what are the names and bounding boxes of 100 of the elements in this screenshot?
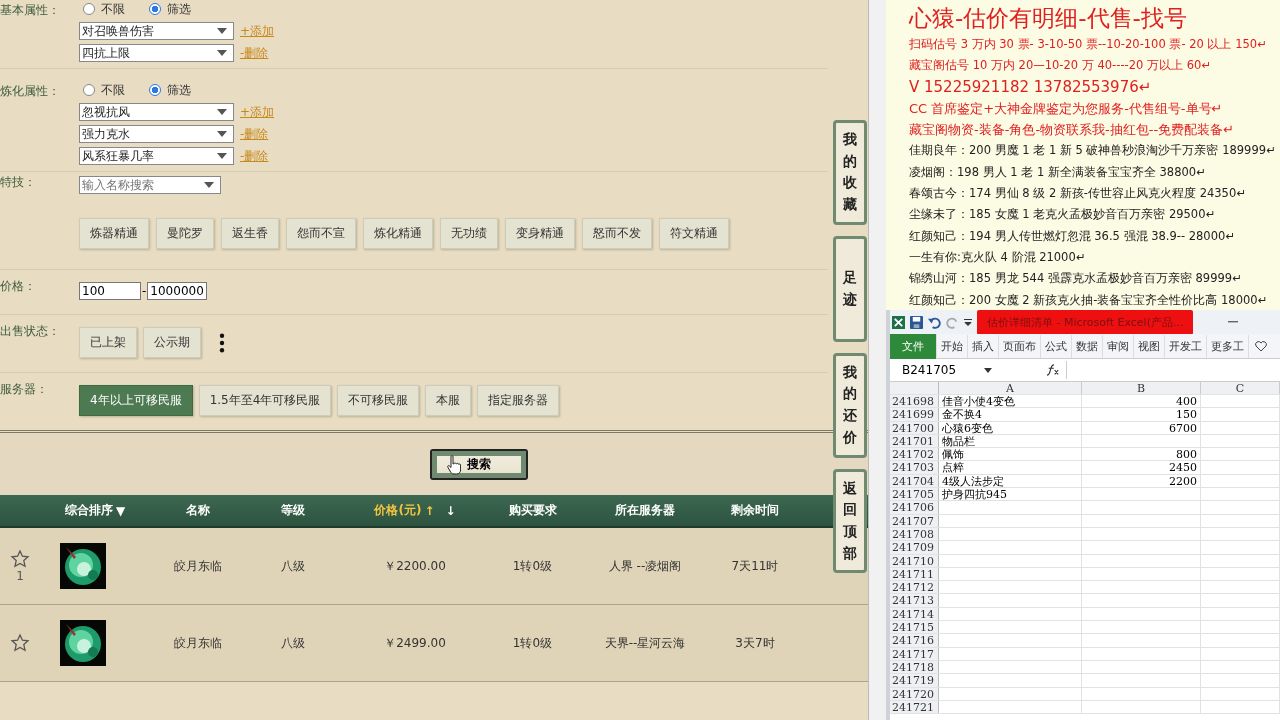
radio-icon[interactable] xyxy=(83,84,95,96)
function-icon[interactable] xyxy=(1046,364,1060,376)
save-icon[interactable] xyxy=(910,315,923,329)
ribbon-tab[interactable]: 数据 xyxy=(1072,334,1103,358)
ribbon-tab[interactable]: 视图 xyxy=(1134,334,1165,358)
minimize-icon[interactable] xyxy=(1228,321,1239,323)
side-tab[interactable]: 返回顶部 xyxy=(833,468,867,574)
ad-line: V 15225921182 13782553976↵ xyxy=(909,76,1153,98)
status-button[interactable]: 已上架 xyxy=(79,327,137,358)
item-server: 人界 --凌烟阁 xyxy=(608,557,682,575)
row-number[interactable]: 241712 xyxy=(890,581,939,594)
server-button[interactable]: 1.5年至4年可移民服 xyxy=(198,385,332,416)
ribbon-tab[interactable]: 开始 xyxy=(937,334,968,358)
server-button[interactable]: 本服 xyxy=(425,385,472,416)
row-number[interactable]: 241713 xyxy=(890,594,939,607)
side-tab[interactable]: 我的收藏 xyxy=(833,120,867,225)
attribute-dropdown[interactable]: 忽视抗风 xyxy=(79,103,234,121)
attribute-dropdown[interactable]: 对召唤兽伤害 xyxy=(79,22,234,40)
column-header[interactable]: 价格(元) ↑ ↓ xyxy=(340,502,490,519)
column-header[interactable]: C xyxy=(1201,382,1280,394)
server-button[interactable]: 不可移民服 xyxy=(337,385,420,416)
radio-icon[interactable] xyxy=(149,84,161,96)
ribbon-tab[interactable]: 审阅 xyxy=(1103,334,1134,358)
row-number[interactable]: 241705 xyxy=(890,488,939,501)
filter-label: 特技： xyxy=(0,174,37,191)
ribbon-tab[interactable]: 公式 xyxy=(1041,334,1072,358)
radio-icon[interactable] xyxy=(83,3,95,15)
ad-title: 心猿-估价有明细-代售-找号 xyxy=(909,4,1188,33)
price-max-field[interactable]: 1000000 xyxy=(147,282,208,300)
radio-icon[interactable] xyxy=(149,3,161,15)
sheet-cell: 佳音小使4变色 xyxy=(939,395,1082,408)
server-button[interactable]: 指定服务器 xyxy=(477,385,560,416)
caret-icon xyxy=(217,50,227,56)
filter-label: 炼化属性： xyxy=(0,83,61,100)
ribbon-tab[interactable]: 页面布 xyxy=(999,334,1041,358)
ribbon-tab[interactable]: 更多工 xyxy=(1207,334,1249,358)
radio-option[interactable]: 筛选 xyxy=(149,81,191,99)
column-header[interactable]: 综合排序 ▼ xyxy=(40,502,150,519)
server-button[interactable]: 4年以上可移民服 xyxy=(79,385,193,416)
radio-option[interactable]: 不限 xyxy=(83,0,125,18)
column-header[interactable]: 等级 xyxy=(245,502,340,519)
side-tab[interactable]: 我的还价 xyxy=(833,352,867,458)
row-number[interactable]: 241706 xyxy=(890,501,939,514)
ribbon-tab[interactable]: 开发工 xyxy=(1165,334,1207,358)
column-header[interactable]: 剩余时间 xyxy=(715,502,795,519)
name-box[interactable]: B241705 xyxy=(890,363,1000,377)
row-number[interactable]: 241699 xyxy=(890,408,939,421)
item-name: 皎月东临 xyxy=(173,634,222,652)
heart-icon[interactable] xyxy=(1255,340,1267,352)
price-min-field[interactable]: 100 xyxy=(79,282,141,300)
sort-menu-arrow[interactable]: ▼ xyxy=(115,503,126,518)
column-header[interactable]: B xyxy=(1082,382,1201,394)
favorite-star-icon[interactable] xyxy=(10,549,30,569)
attribute-dropdown[interactable]: 风系狂暴几率 xyxy=(79,147,234,165)
skill-search-dropdown[interactable]: 输入名称搜索 xyxy=(79,176,221,194)
sheet-cell: 护身四抗945 xyxy=(939,488,1082,501)
skill-button[interactable]: 炼器精通 xyxy=(79,218,149,249)
more-icon[interactable] xyxy=(219,332,225,353)
ad-line: 藏宝阁估号 10 万内 20—10-20 万 40----20 万以上 60↵ xyxy=(909,57,1212,75)
column-header[interactable]: A xyxy=(939,382,1082,394)
undo-icon[interactable] xyxy=(928,315,941,329)
ribbon-tab[interactable]: 插入 xyxy=(968,334,999,358)
row-number[interactable]: 241715 xyxy=(890,621,939,634)
search-button[interactable]: 搜索 xyxy=(430,448,528,480)
favorite-star-icon[interactable] xyxy=(10,633,30,653)
column-header[interactable]: 购买要求 xyxy=(490,502,575,519)
skill-button[interactable]: 返生香 xyxy=(221,218,279,249)
row-number[interactable]: 241702 xyxy=(890,448,939,461)
skill-button[interactable]: 怨而不宣 xyxy=(286,218,356,249)
row-number[interactable]: 241716 xyxy=(890,634,939,647)
skill-button[interactable]: 符文精通 xyxy=(659,218,729,249)
sheet-cell: 金不换4 xyxy=(939,408,1082,421)
status-button[interactable]: 公示期 xyxy=(143,327,201,358)
side-tab[interactable]: 足迹 xyxy=(833,235,867,342)
skill-button[interactable]: 曼陀罗 xyxy=(156,218,214,249)
caret-icon xyxy=(217,109,227,115)
item-name: 皎月东临 xyxy=(173,557,222,575)
skill-button[interactable]: 怒而不发 xyxy=(582,218,652,249)
radio-option[interactable]: 筛选 xyxy=(149,0,191,18)
row-number[interactable]: 241709 xyxy=(890,541,939,554)
sort-ascending-arrow[interactable]: ↑ xyxy=(424,503,435,518)
excel-logo-icon[interactable] xyxy=(892,315,905,329)
attribute-dropdown[interactable]: 四抗上限 xyxy=(79,44,234,62)
radio-option[interactable]: 不限 xyxy=(83,81,125,99)
skill-button[interactable]: 无功绩 xyxy=(440,218,498,249)
attribute-dropdown[interactable]: 强力克水 xyxy=(79,125,234,143)
row-number[interactable]: 241698 xyxy=(890,395,939,408)
ad-line: 佳期良年：200 男魔 1 老 1 新 5 破神兽秒浪淘沙千万亲密 189999↵ xyxy=(909,142,1277,160)
row-number[interactable]: 241719 xyxy=(890,674,939,687)
sheet-cell: 佩饰 xyxy=(939,448,1082,461)
caret-icon xyxy=(984,367,992,373)
sort-descending-arrow[interactable]: ↓ xyxy=(445,503,456,518)
row-number[interactable]: 241703 xyxy=(890,461,939,474)
ad-line: 凌烟阁：198 男人 1 老 1 新全满装备宝宝齐全 38800↵ xyxy=(909,163,1207,181)
skill-button[interactable]: 变身精通 xyxy=(505,218,575,249)
column-header[interactable]: 所在服务器 xyxy=(575,502,715,519)
column-header[interactable]: 名称 xyxy=(150,502,245,519)
ribbon-tab[interactable]: 文件 xyxy=(890,333,937,359)
item-price: ￥2499.00 xyxy=(384,634,446,652)
skill-button[interactable]: 炼化精通 xyxy=(363,218,433,249)
